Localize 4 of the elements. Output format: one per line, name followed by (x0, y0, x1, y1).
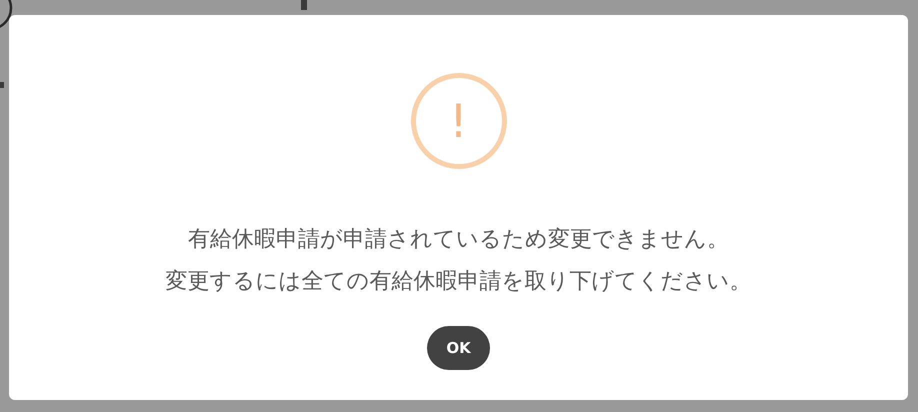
message-text: 有給休暇申請が申請されているため変更できません。 (188, 226, 729, 254)
warning-icon: ! (410, 73, 506, 169)
ok-button[interactable]: OK (427, 326, 490, 370)
message-text: 変更するには全ての有給休暇申請を取り下げてください。 (166, 268, 752, 296)
